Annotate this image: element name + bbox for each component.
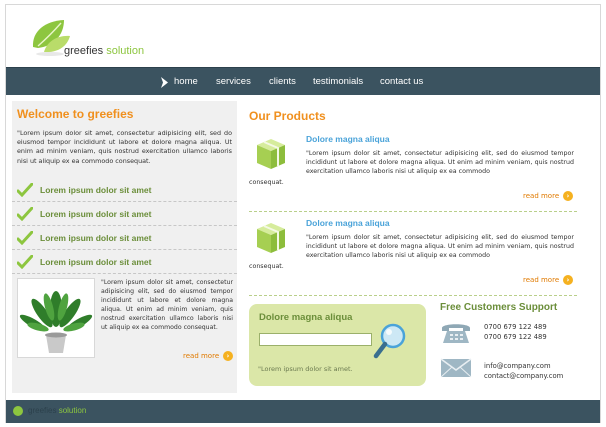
divider: [249, 295, 577, 296]
search-box: Dolore magna aliqua "Lorem ipsum dolor s…: [249, 304, 426, 386]
product-title[interactable]: Dolore magna aliqua: [306, 218, 390, 228]
search-note: "Lorem ipsum dolor sit amet.: [258, 365, 353, 373]
footer-brand: greefies solution: [28, 406, 86, 415]
read-more-arrow-icon[interactable]: ›: [223, 351, 233, 361]
product-description-tail: consequat.: [249, 263, 284, 270]
logo-name: greefies: [64, 45, 104, 57]
search-title: Dolore magna aliqua: [259, 312, 353, 323]
welcome-panel: Welcome to greefies "Lorem ipsum dolor s…: [12, 101, 237, 393]
check-item-label[interactable]: Lorem ipsum dolor sit amet: [40, 185, 151, 195]
checkmark-icon: [17, 231, 33, 245]
checkmark-icon: [17, 183, 33, 197]
checkmark-icon: [17, 255, 33, 269]
phone-number[interactable]: 0700 679 122 489: [484, 323, 547, 331]
welcome-title: Welcome to greefies: [17, 107, 134, 121]
chevron-right-icon: [161, 77, 168, 88]
product-description: "Lorem ipsum dolor sit amet, consectetur…: [306, 150, 574, 175]
check-item: Lorem ipsum dolor sit amet: [12, 204, 237, 226]
search-input[interactable]: [259, 333, 372, 346]
nav-contact-us[interactable]: contact us: [380, 76, 423, 87]
welcome-intro: "Lorem ipsum dolor sit amet, consectetur…: [17, 129, 232, 165]
product-title[interactable]: Dolore magna aliqua: [306, 134, 390, 144]
logo-suffix: solution: [103, 45, 145, 57]
email-address[interactable]: info@company.com: [484, 362, 551, 370]
read-more-arrow-icon[interactable]: ›: [563, 275, 573, 285]
footer-brand-suffix: solution: [56, 406, 87, 415]
read-more-link[interactable]: read more: [183, 352, 219, 360]
potted-plant-icon: [19, 291, 93, 353]
footer: greefies solution: [6, 400, 600, 423]
check-item-label[interactable]: Lorem ipsum dolor sit amet: [40, 257, 151, 267]
check-item: Lorem ipsum dolor sit amet: [12, 252, 237, 274]
read-more-link[interactable]: read more: [523, 276, 559, 284]
read-more-arrow-icon[interactable]: ›: [563, 191, 573, 201]
email-address[interactable]: contact@company.com: [484, 372, 563, 380]
footer-brand-name: greefies: [28, 406, 57, 415]
checkmark-icon: [17, 207, 33, 221]
check-item: Lorem ipsum dolor sit amet: [12, 180, 237, 202]
phone-number[interactable]: 0700 679 122 489: [484, 333, 547, 341]
logo-text[interactable]: greefies solution: [64, 45, 144, 57]
product-description: "Lorem ipsum dolor sit amet, consectetur…: [306, 234, 574, 259]
nav-clients[interactable]: clients: [269, 76, 296, 87]
page-frame: greefies solution home services clients …: [5, 4, 601, 423]
header: greefies solution: [6, 5, 600, 67]
check-item-label[interactable]: Lorem ipsum dolor sit amet: [40, 209, 151, 219]
check-item-label[interactable]: Lorem ipsum dolor sit amet: [40, 233, 151, 243]
product-box-icon: [257, 223, 285, 253]
divider: [249, 211, 577, 212]
check-item: Lorem ipsum dolor sit amet: [12, 228, 237, 250]
main-nav: home services clients testimonials conta…: [6, 67, 600, 95]
phone-icon: [442, 324, 470, 343]
nav-testimonials[interactable]: testimonials: [313, 76, 363, 87]
products-title: Our Products: [249, 109, 326, 123]
search-icon[interactable]: [373, 322, 409, 362]
support-title: Free Customers Support: [440, 302, 558, 313]
product-description-tail: consequat.: [249, 179, 284, 186]
nav-services[interactable]: services: [216, 76, 251, 87]
footer-logo-icon: [13, 406, 23, 416]
mail-icon: [440, 358, 472, 378]
nav-home[interactable]: home: [174, 76, 198, 87]
plant-description: "Lorem ipsum dolor sit amet, consectetur…: [101, 279, 233, 331]
product-box-icon: [257, 139, 285, 169]
read-more-link[interactable]: read more: [523, 192, 559, 200]
plant-image: [17, 278, 95, 358]
